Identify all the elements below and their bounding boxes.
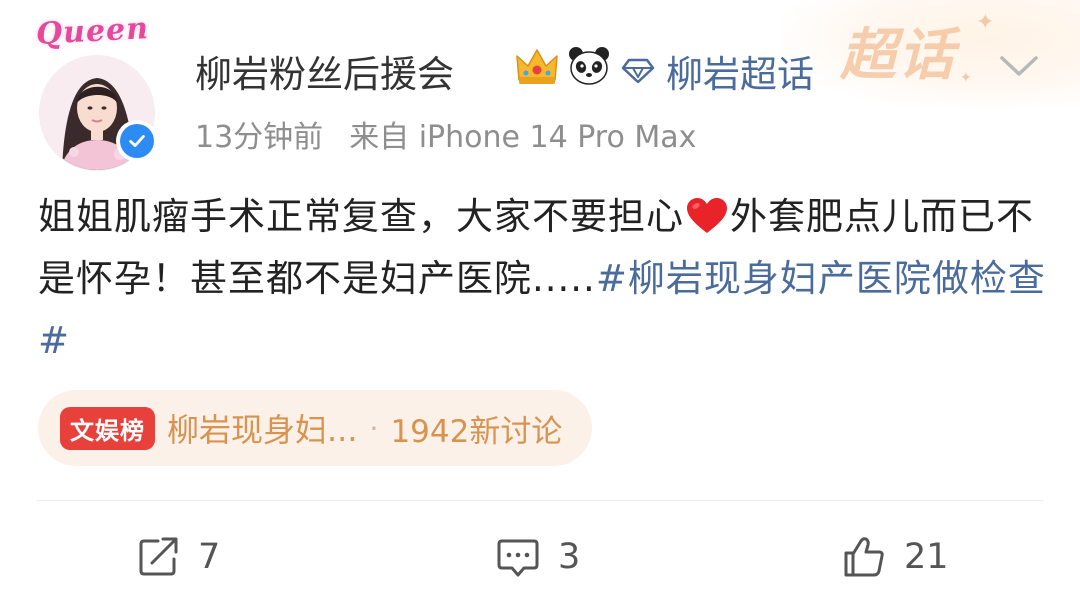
post-text-part-1: 姐姐肌瘤手术正常复查，大家不要担心 <box>38 195 684 238</box>
repost-count: 7 <box>198 537 221 577</box>
hot-topic-count: 1942新讨论 <box>390 413 563 450</box>
verified-badge <box>116 120 158 162</box>
post-meta: 13分钟前 来自 iPhone 14 Pro Max <box>195 112 696 156</box>
queen-badge: Queen <box>35 11 150 52</box>
username[interactable]: 柳岩粉丝后援会 <box>195 44 454 98</box>
super-topic-link[interactable]: 柳岩超话 <box>620 44 814 98</box>
thumbs-up-icon <box>844 537 884 577</box>
sparkle-icon: ✦ <box>960 70 972 86</box>
repost-button[interactable]: 7 <box>136 530 220 584</box>
post-time: 13分钟前 <box>195 120 324 155</box>
avatar-wrap[interactable]: Queen <box>32 11 164 170</box>
hot-topic-badge: 文娱榜 <box>60 406 155 450</box>
hot-topic-pill[interactable]: 文娱榜 柳岩现身妇... · 1942新讨论 <box>38 390 593 466</box>
sparkle-icon: ✦ <box>976 10 995 35</box>
hot-topic-title: 柳岩现身妇... <box>167 411 358 449</box>
diamond-icon <box>621 58 655 84</box>
watermark-fade <box>940 520 1080 604</box>
post-source: 来自 iPhone 14 Pro Max <box>349 120 697 155</box>
super-topic-label[interactable]: 柳岩超话 <box>666 44 814 98</box>
weibo-post-card: 超话 ✦ ✦ Queen 柳岩粉丝后援会 柳岩超话 13分钟前 来自 iPhon… <box>0 0 1080 604</box>
comment-count: 3 <box>558 537 581 577</box>
comment-button[interactable]: 3 <box>496 530 580 584</box>
panda-emoji-icon <box>569 47 609 85</box>
red-heart-emoji-icon <box>687 198 727 233</box>
post-text: 姐姐肌瘤手术正常复查，大家不要担心 外套肥点儿而已不是怀孕！甚至都不是妇产医院.… <box>38 186 1048 372</box>
hot-topic-separator: · <box>369 411 379 445</box>
repost-icon <box>139 537 178 576</box>
divider <box>36 500 1044 501</box>
super-topic-deco-text: 超话 <box>840 22 956 88</box>
chevron-down-icon[interactable] <box>996 46 1042 86</box>
like-button[interactable]: 21 <box>842 530 949 584</box>
verified-check-icon <box>129 135 145 147</box>
comment-icon <box>497 539 539 577</box>
crown-emoji-icon <box>516 49 558 84</box>
